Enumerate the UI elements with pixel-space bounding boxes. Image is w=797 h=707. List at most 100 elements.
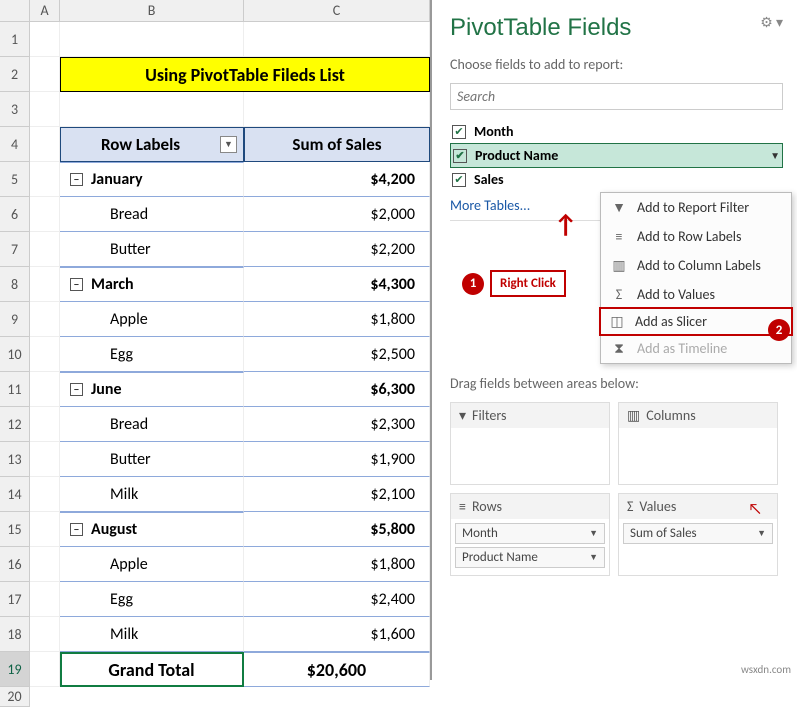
row-head[interactable]: 4: [0, 127, 30, 162]
grand-total-label[interactable]: Grand Total: [60, 652, 244, 687]
area-tag[interactable]: Product Name▼: [455, 547, 605, 568]
menu-add-report-filter[interactable]: ▼Add to Report Filter: [601, 193, 791, 222]
row-head[interactable]: 16: [0, 547, 30, 582]
rows-icon: ≡: [459, 498, 466, 515]
grid-cells: Using PivotTable Fileds List Row Labels …: [30, 22, 430, 707]
menu-add-column-labels[interactable]: ▥Add to Column Labels: [601, 251, 791, 280]
pivot-value[interactable]: $4,200: [244, 162, 430, 197]
field-product-name[interactable]: ✔ Product Name ▼: [450, 143, 783, 168]
row-head[interactable]: 18: [0, 617, 30, 652]
row-head[interactable]: 7: [0, 232, 30, 267]
pivot-value[interactable]: $2,300: [244, 407, 430, 442]
right-click-label: Right Click: [490, 270, 566, 297]
step-badge-1: 1: [462, 273, 484, 295]
pivot-item[interactable]: Egg: [60, 337, 244, 372]
row-head[interactable]: 5: [0, 162, 30, 197]
col-head-b[interactable]: B: [60, 0, 244, 21]
row-head[interactable]: 2: [0, 57, 30, 92]
row-head[interactable]: 14: [0, 477, 30, 512]
pivot-value[interactable]: $2,500: [244, 337, 430, 372]
checkbox-icon[interactable]: ✔: [453, 149, 467, 163]
pivot-value[interactable]: $1,800: [244, 547, 430, 582]
col-head-a[interactable]: A: [30, 0, 60, 21]
pivot-item[interactable]: Egg: [60, 582, 244, 617]
pivot-header-rowlabels[interactable]: Row Labels ▼: [60, 127, 244, 162]
pivot-item[interactable]: Butter: [60, 232, 244, 267]
row-head[interactable]: 11: [0, 372, 30, 407]
spreadsheet-area: A B C 1 2 3 4 5 6 7 8 9 10 11 12 13 14 1…: [0, 0, 432, 680]
row-head[interactable]: 19: [0, 652, 30, 687]
pivot-value[interactable]: $2,100: [244, 477, 430, 512]
row-head[interactable]: 12: [0, 407, 30, 442]
collapse-icon[interactable]: −: [70, 278, 83, 291]
pivot-value[interactable]: $5,800: [244, 512, 430, 547]
row-head[interactable]: 15: [0, 512, 30, 547]
pivot-item[interactable]: Bread: [60, 407, 244, 442]
col-head-c[interactable]: C: [244, 0, 430, 21]
menu-add-timeline: ⧗Add as Timeline: [601, 334, 791, 363]
drop-areas: ▾Filters ▥Columns ≡Rows Month▼ Product N…: [450, 402, 783, 576]
search-input[interactable]: [450, 83, 783, 110]
menu-add-slicer[interactable]: ◫Add as Slicer: [599, 307, 793, 336]
pivot-group[interactable]: −January: [60, 162, 244, 197]
rows-icon: ≡: [611, 228, 627, 245]
pivot-item[interactable]: Milk: [60, 477, 244, 512]
collapse-icon[interactable]: −: [70, 383, 83, 396]
pivot-value[interactable]: $6,300: [244, 372, 430, 407]
columns-icon: ▥: [627, 407, 640, 424]
row-head[interactable]: 10: [0, 337, 30, 372]
collapse-icon[interactable]: −: [70, 173, 83, 186]
pivot-value[interactable]: $1,900: [244, 442, 430, 477]
pivot-item[interactable]: Bread: [60, 197, 244, 232]
row-head[interactable]: 6: [0, 197, 30, 232]
row-head[interactable]: 1: [0, 22, 30, 57]
context-menu: ▼Add to Report Filter ≡Add to Row Labels…: [600, 192, 792, 364]
step-badge-2: 2: [768, 319, 790, 341]
row-head[interactable]: 20: [0, 687, 30, 707]
pivot-value[interactable]: $2,000: [244, 197, 430, 232]
row-head[interactable]: 17: [0, 582, 30, 617]
pivot-item[interactable]: Milk: [60, 617, 244, 652]
filter-icon: ▼: [611, 199, 627, 216]
menu-add-row-labels[interactable]: ≡Add to Row Labels: [601, 222, 791, 251]
pivot-group[interactable]: −June: [60, 372, 244, 407]
filter-dropdown-icon[interactable]: ▼: [220, 136, 237, 153]
field-month[interactable]: ✔ Month: [450, 120, 783, 143]
pivot-item[interactable]: Butter: [60, 442, 244, 477]
cursor-icon: ↖: [748, 500, 762, 519]
sheet-title[interactable]: Using PivotTable Fileds List: [60, 57, 430, 92]
pivot-value[interactable]: $4,300: [244, 267, 430, 302]
checkbox-icon[interactable]: ✔: [452, 125, 466, 139]
gear-icon[interactable]: ⚙ ▾: [760, 14, 783, 31]
sigma-icon: Σ: [627, 498, 633, 515]
watermark: wsxdn.com: [741, 663, 791, 676]
pivot-value[interactable]: $2,200: [244, 232, 430, 267]
area-tag[interactable]: Month▼: [455, 523, 605, 544]
pivot-value[interactable]: $1,800: [244, 302, 430, 337]
callout-step1: 1 Right Click: [462, 270, 566, 297]
drag-areas-label: Drag fields between areas below:: [450, 375, 783, 392]
pivot-value[interactable]: $1,600: [244, 617, 430, 652]
pivot-group[interactable]: −March: [60, 267, 244, 302]
area-tag[interactable]: Sum of Sales▼: [623, 523, 773, 544]
checkbox-icon[interactable]: ✔: [452, 173, 466, 187]
pivot-item[interactable]: Apple: [60, 547, 244, 582]
row-head[interactable]: 8: [0, 267, 30, 302]
menu-add-values[interactable]: ΣAdd to Values: [601, 280, 791, 309]
pivot-item[interactable]: Apple: [60, 302, 244, 337]
rows-area[interactable]: ≡Rows Month▼ Product Name▼: [450, 493, 610, 576]
pivot-group[interactable]: −August: [60, 512, 244, 547]
row-head[interactable]: 9: [0, 302, 30, 337]
panel-subtitle: Choose fields to add to report:: [450, 56, 783, 73]
columns-area[interactable]: ▥Columns: [618, 402, 778, 485]
collapse-icon[interactable]: −: [70, 523, 83, 536]
field-sales[interactable]: ✔ Sales: [450, 168, 783, 191]
grand-total-value[interactable]: $20,600: [244, 652, 430, 687]
row-head[interactable]: 13: [0, 442, 30, 477]
pivot-value[interactable]: $2,400: [244, 582, 430, 617]
select-all-corner[interactable]: [0, 0, 30, 21]
column-headers: A B C: [0, 0, 430, 22]
filters-area[interactable]: ▾Filters: [450, 402, 610, 485]
pivot-header-sumsales[interactable]: Sum of Sales: [244, 127, 430, 162]
row-head[interactable]: 3: [0, 92, 30, 127]
